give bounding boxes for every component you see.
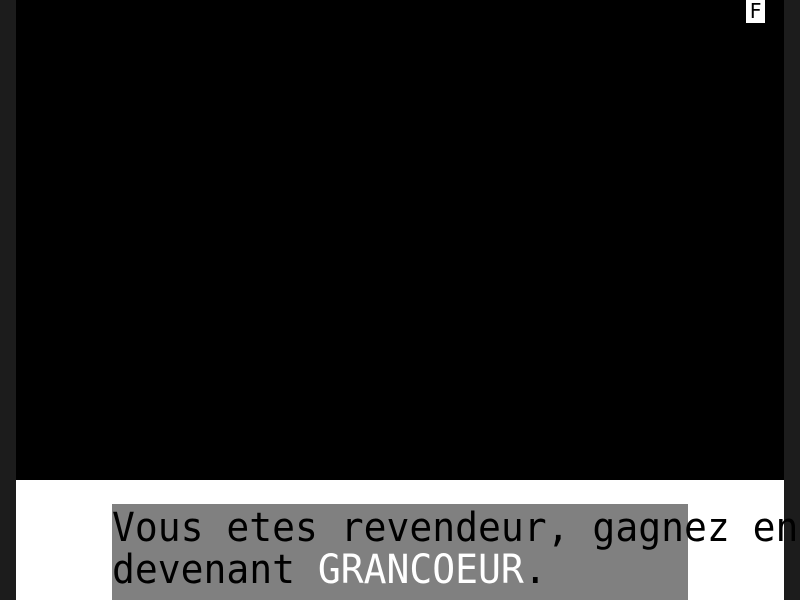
- message-line-2-end: .: [523, 547, 547, 593]
- game-screen: F Vous etes revendeur, gagnez en devenan…: [0, 0, 800, 600]
- message-line-2: devenant GRANCOEUR.: [112, 546, 547, 594]
- graphics-display: [16, 0, 784, 480]
- text-panel: Vous etes revendeur, gagnez en devenant …: [16, 480, 798, 600]
- message-line-1: Vous etes revendeur, gagnez en: [112, 505, 799, 551]
- message-box: Vous etes revendeur, gagnez en devenant …: [112, 504, 798, 600]
- highlighted-word: GRANCOEUR: [317, 547, 524, 593]
- message-line-2-text: devenant: [112, 547, 318, 593]
- mode-indicator: F: [746, 0, 765, 23]
